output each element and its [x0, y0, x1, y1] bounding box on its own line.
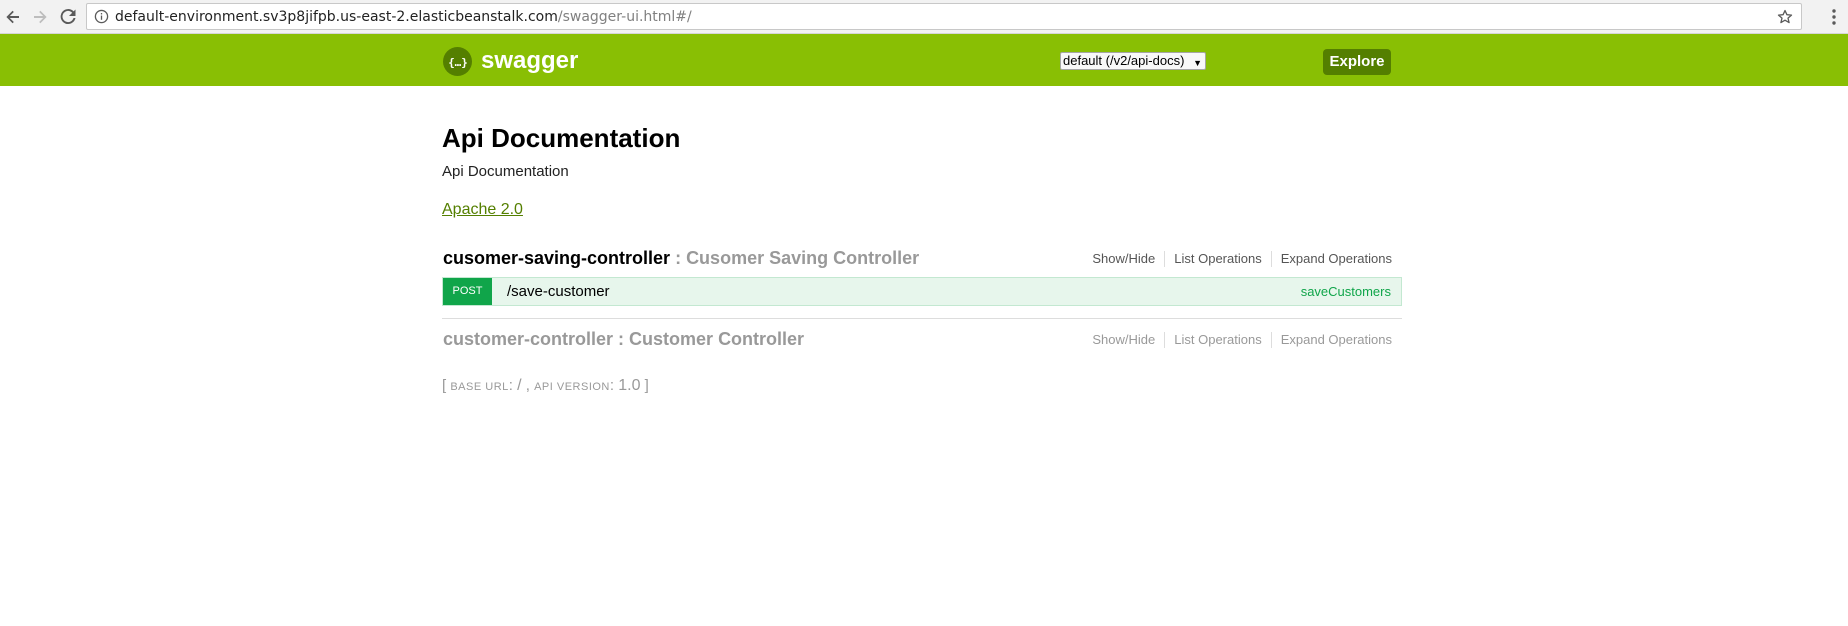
url-domain: default-environment.sv3p8jifpb.us-east-2… [115, 9, 558, 25]
api-description: Api Documentation [442, 163, 569, 180]
operation-row[interactable]: POST /save-customer saveCustomers [442, 277, 1402, 306]
browser-toolbar: default-environment.sv3p8jifpb.us-east-2… [0, 0, 1848, 34]
swagger-logo-icon[interactable]: {…} [443, 47, 472, 76]
url-path: /swagger-ui.html#/ [557, 9, 692, 25]
swagger-logo-text[interactable]: swagger [481, 47, 578, 75]
resource-separator: : [613, 329, 630, 349]
dropdown-caret-icon: ▼ [1193, 58, 1202, 68]
reload-button[interactable] [56, 5, 80, 29]
info-icon[interactable] [94, 9, 109, 24]
api-version-label: API VERSION [534, 381, 610, 393]
expand-operations-link[interactable]: Expand Operations [1272, 332, 1392, 348]
resource-separator: : [670, 248, 687, 268]
operation-path[interactable]: /save-customer [507, 283, 610, 300]
resource-name[interactable]: customer-controller [443, 329, 613, 349]
list-operations-link[interactable]: List Operations [1165, 332, 1272, 348]
show-hide-link[interactable]: Show/Hide [1083, 332, 1166, 348]
footer-close-bracket: ] [640, 377, 649, 394]
resource-options: Show/Hide List Operations Expand Operati… [1083, 332, 1392, 348]
api-selector-value: default (/v2/api-docs) [1063, 53, 1185, 68]
api-version-value: 1.0 [618, 377, 641, 394]
resource-description: Customer Controller [629, 329, 805, 349]
resource-name[interactable]: cusomer-saving-controller [443, 248, 670, 268]
resource-heading[interactable]: customer-controller : Customer Controlle… [443, 328, 804, 350]
list-operations-link[interactable]: List Operations [1165, 251, 1272, 267]
page-title: Api Documentation [442, 123, 681, 153]
base-url-label: BASE URL [450, 381, 509, 393]
http-method-badge[interactable]: POST [443, 278, 492, 305]
arrow-right-icon [34, 10, 47, 24]
api-version-sep: : [609, 377, 619, 394]
resource-heading[interactable]: cusomer-saving-controller : Cusomer Savi… [443, 247, 919, 269]
reload-icon [60, 9, 76, 25]
explore-button[interactable]: Explore [1323, 49, 1391, 75]
resource-description: Cusomer Saving Controller [686, 248, 920, 268]
swagger-header: {…} swagger default (/v2/api-docs) ▼ Exp… [0, 34, 1848, 86]
resource-divider [442, 318, 1402, 319]
expand-operations-link[interactable]: Expand Operations [1272, 251, 1392, 267]
address-bar[interactable]: default-environment.sv3p8jifpb.us-east-2… [86, 3, 1802, 30]
base-url-sep: : [508, 377, 518, 394]
show-hide-link[interactable]: Show/Hide [1083, 251, 1166, 267]
forward-button[interactable] [28, 5, 52, 29]
api-info-footer: [ BASE URL: / , API VERSION: 1.0 ] [442, 377, 649, 396]
back-button[interactable] [1, 5, 25, 29]
arrow-left-icon [6, 10, 20, 24]
license-link[interactable]: Apache 2.0 [442, 200, 523, 220]
url-text: default-environment.sv3p8jifpb.us-east-2… [115, 9, 692, 25]
operation-nickname[interactable]: saveCustomers [1301, 284, 1391, 300]
resource-options: Show/Hide List Operations Expand Operati… [1083, 251, 1392, 267]
braces-icon: {…} [448, 56, 468, 69]
svg-text:{…}: {…} [448, 56, 468, 69]
more-menu-icon[interactable] [1828, 7, 1840, 27]
api-selector[interactable]: default (/v2/api-docs) ▼ [1060, 52, 1206, 70]
footer-comma: , [521, 377, 535, 394]
bookmark-star-icon[interactable] [1777, 9, 1793, 25]
